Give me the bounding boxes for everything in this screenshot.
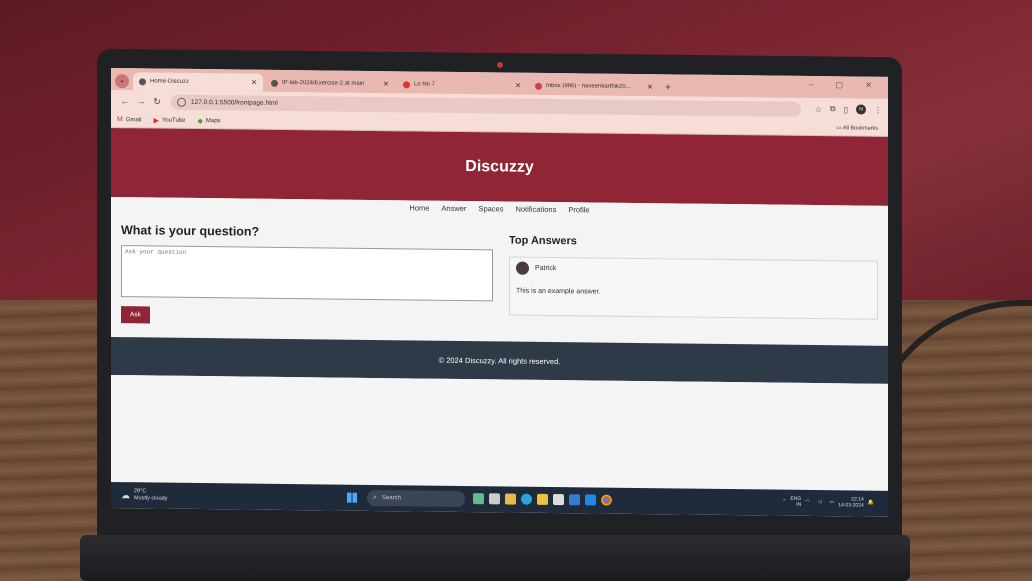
red-circle-icon bbox=[403, 80, 410, 88]
tab-gmail-inbox[interactable]: Inbox (996) - naveenkarthik20... ✕ bbox=[529, 77, 659, 96]
top-answers-heading: Top Answers bbox=[509, 234, 577, 248]
vscode-icon[interactable] bbox=[585, 494, 596, 506]
terminal-icon[interactable] bbox=[569, 494, 580, 506]
window-controls[interactable]: – ▢ ✕ bbox=[809, 80, 882, 90]
avatar bbox=[516, 261, 529, 275]
globe-icon bbox=[139, 77, 146, 85]
youtube-icon: ▶ bbox=[153, 116, 159, 125]
battery-icon[interactable]: ▭ bbox=[829, 499, 834, 505]
author-name: Patrick bbox=[535, 264, 557, 273]
chevron-up-icon[interactable]: ⌃ bbox=[782, 499, 786, 505]
webcam bbox=[497, 62, 503, 68]
all-bookmarks-button[interactable]: ▭ All Bookmarks bbox=[836, 125, 878, 131]
tab-github[interactable]: IP-lab-2024/Exercise-2 at main ✕ bbox=[265, 74, 395, 93]
nav-link-notifications[interactable]: Notifications bbox=[515, 204, 556, 213]
widgets-icon[interactable] bbox=[473, 493, 484, 505]
weather-desc: Mostly cloudy bbox=[134, 495, 168, 502]
search-icon: ⌕ bbox=[373, 493, 377, 502]
search-label: Search bbox=[381, 495, 401, 502]
side-panel-icon[interactable]: ▯ bbox=[844, 105, 848, 114]
tab-label: Home-Discuzz bbox=[150, 78, 190, 85]
region-code: IN bbox=[796, 501, 802, 508]
file-explorer-icon[interactable] bbox=[505, 493, 516, 505]
ask-button[interactable]: Ask bbox=[121, 306, 150, 324]
top-answers-section: Top Answers Patrick This is an example a… bbox=[509, 228, 878, 346]
bookmark-maps[interactable]: ◆ Maps bbox=[197, 116, 220, 124]
back-arrow-icon[interactable]: ← bbox=[117, 96, 133, 106]
answer-author: Patrick bbox=[516, 261, 871, 279]
close-icon[interactable]: ✕ bbox=[515, 82, 521, 90]
reload-icon[interactable]: ↻ bbox=[149, 96, 165, 107]
answer-text: This is an example answer. bbox=[516, 287, 601, 296]
bookmark-youtube[interactable]: ▶ YouTube bbox=[154, 116, 186, 124]
system-tray: ⌃ ENG IN ◠ ◁ ▭ 22:14 14-03-2024 🔔 bbox=[778, 496, 878, 509]
bookmark-label: YouTube bbox=[161, 117, 186, 124]
forward-arrow-icon[interactable]: → bbox=[133, 96, 149, 106]
task-view-icon[interactable] bbox=[489, 493, 500, 505]
tab-search-icon[interactable]: ⌄ bbox=[115, 74, 129, 89]
maps-icon: ◆ bbox=[197, 117, 203, 125]
store-icon[interactable] bbox=[553, 494, 564, 506]
menu-kebab-icon[interactable]: ⋮ bbox=[874, 105, 882, 114]
tab-label: IP-lab-2024/Exercise-2 at main bbox=[282, 79, 365, 87]
ask-heading: What is your question? bbox=[121, 223, 260, 239]
close-icon[interactable]: ✕ bbox=[383, 80, 389, 88]
clock-date: 14-03-2024 bbox=[838, 502, 864, 509]
language-indicator[interactable]: ENG IN bbox=[790, 496, 801, 508]
close-icon[interactable]: ✕ bbox=[251, 79, 257, 87]
profile-avatar[interactable]: N bbox=[856, 104, 866, 115]
cloud-icon: ☁ bbox=[121, 489, 130, 500]
gmail-icon bbox=[535, 82, 542, 90]
new-tab-button[interactable]: + bbox=[665, 82, 671, 93]
main-content: What is your question? Ask Top Answers P… bbox=[111, 211, 888, 346]
laptop-screen: ⌄ Home-Discuzz ✕ IP-lab-2024/Exercise-2 … bbox=[111, 68, 888, 517]
folder-icon[interactable] bbox=[537, 493, 548, 505]
close-icon[interactable]: ✕ bbox=[647, 83, 653, 91]
chrome-icon[interactable] bbox=[601, 494, 612, 506]
github-icon bbox=[271, 79, 278, 87]
copyright-text: © 2024 Discuzzy. All rights reserved. bbox=[438, 355, 561, 366]
web-page: Discuzzy Home Answer Spaces Notification… bbox=[111, 128, 888, 501]
nav-link-spaces[interactable]: Spaces bbox=[478, 204, 503, 213]
weather-widget[interactable]: ☁ 29°C Mostly cloudy bbox=[121, 488, 167, 503]
extensions-icon[interactable]: ⧉ bbox=[830, 104, 836, 114]
nav-link-profile[interactable]: Profile bbox=[568, 205, 589, 214]
taskbar-search[interactable]: ⌕ Search bbox=[367, 489, 465, 508]
bookmark-star-icon[interactable]: ☆ bbox=[815, 104, 822, 113]
question-input[interactable] bbox=[121, 245, 493, 302]
tab-home-discuzz[interactable]: Home-Discuzz ✕ bbox=[133, 72, 263, 92]
notification-bell-icon[interactable]: 🔔 bbox=[868, 500, 874, 506]
bookmark-label: Gmail bbox=[125, 116, 142, 123]
nav-link-answer[interactable]: Answer bbox=[441, 203, 466, 212]
volume-icon[interactable]: ◁ bbox=[818, 499, 822, 505]
tab-label: Lo No 7 bbox=[414, 81, 436, 88]
tab-label: Inbox (996) - naveenkarthik20... bbox=[546, 82, 631, 90]
bookmark-gmail[interactable]: M Gmail bbox=[117, 116, 142, 123]
ask-section: What is your question? Ask bbox=[121, 223, 493, 341]
empty-page-area bbox=[111, 375, 888, 501]
bookmark-label: Maps bbox=[205, 117, 221, 124]
clock[interactable]: 22:14 14-03-2024 bbox=[838, 496, 864, 508]
address-text: 127.0.0.1:5500/frontpage.html bbox=[191, 98, 278, 107]
site-header: Discuzzy bbox=[111, 128, 888, 206]
edge-icon[interactable] bbox=[521, 493, 532, 505]
laptop-base bbox=[80, 535, 910, 581]
all-bookmarks-label: All Bookmarks bbox=[842, 124, 878, 132]
site-title: Discuzzy bbox=[465, 157, 534, 176]
nav-link-home[interactable]: Home bbox=[409, 203, 429, 212]
wifi-icon[interactable]: ◠ bbox=[805, 499, 809, 505]
tab-lo-no-7[interactable]: Lo No 7 ✕ bbox=[397, 75, 527, 94]
windows-start-icon[interactable] bbox=[347, 492, 357, 503]
site-info-icon[interactable] bbox=[177, 97, 186, 107]
answer-card: Patrick This is an example answer. bbox=[509, 256, 878, 320]
gmail-icon: M bbox=[117, 116, 123, 124]
